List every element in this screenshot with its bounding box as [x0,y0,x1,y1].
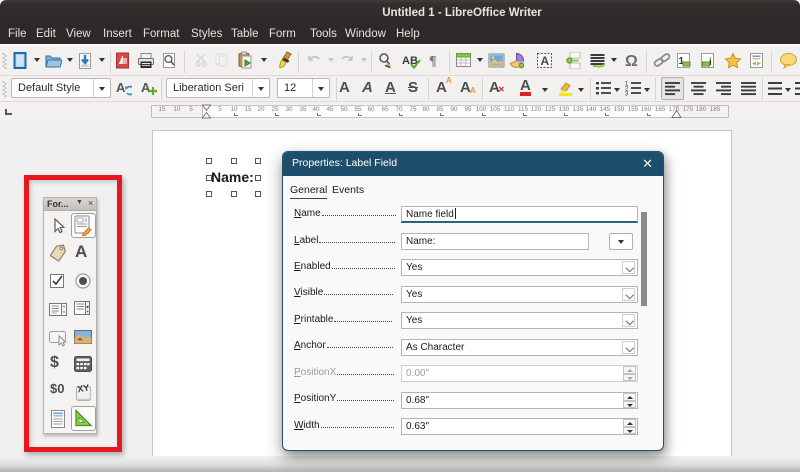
svg-text:¶: ¶ [429,54,437,69]
svg-text:A: A [541,54,550,68]
svg-text:Ω: Ω [625,53,638,69]
svg-text:A: A [141,80,151,95]
svg-text:3: 3 [625,92,629,97]
svg-text:A: A [116,80,126,95]
